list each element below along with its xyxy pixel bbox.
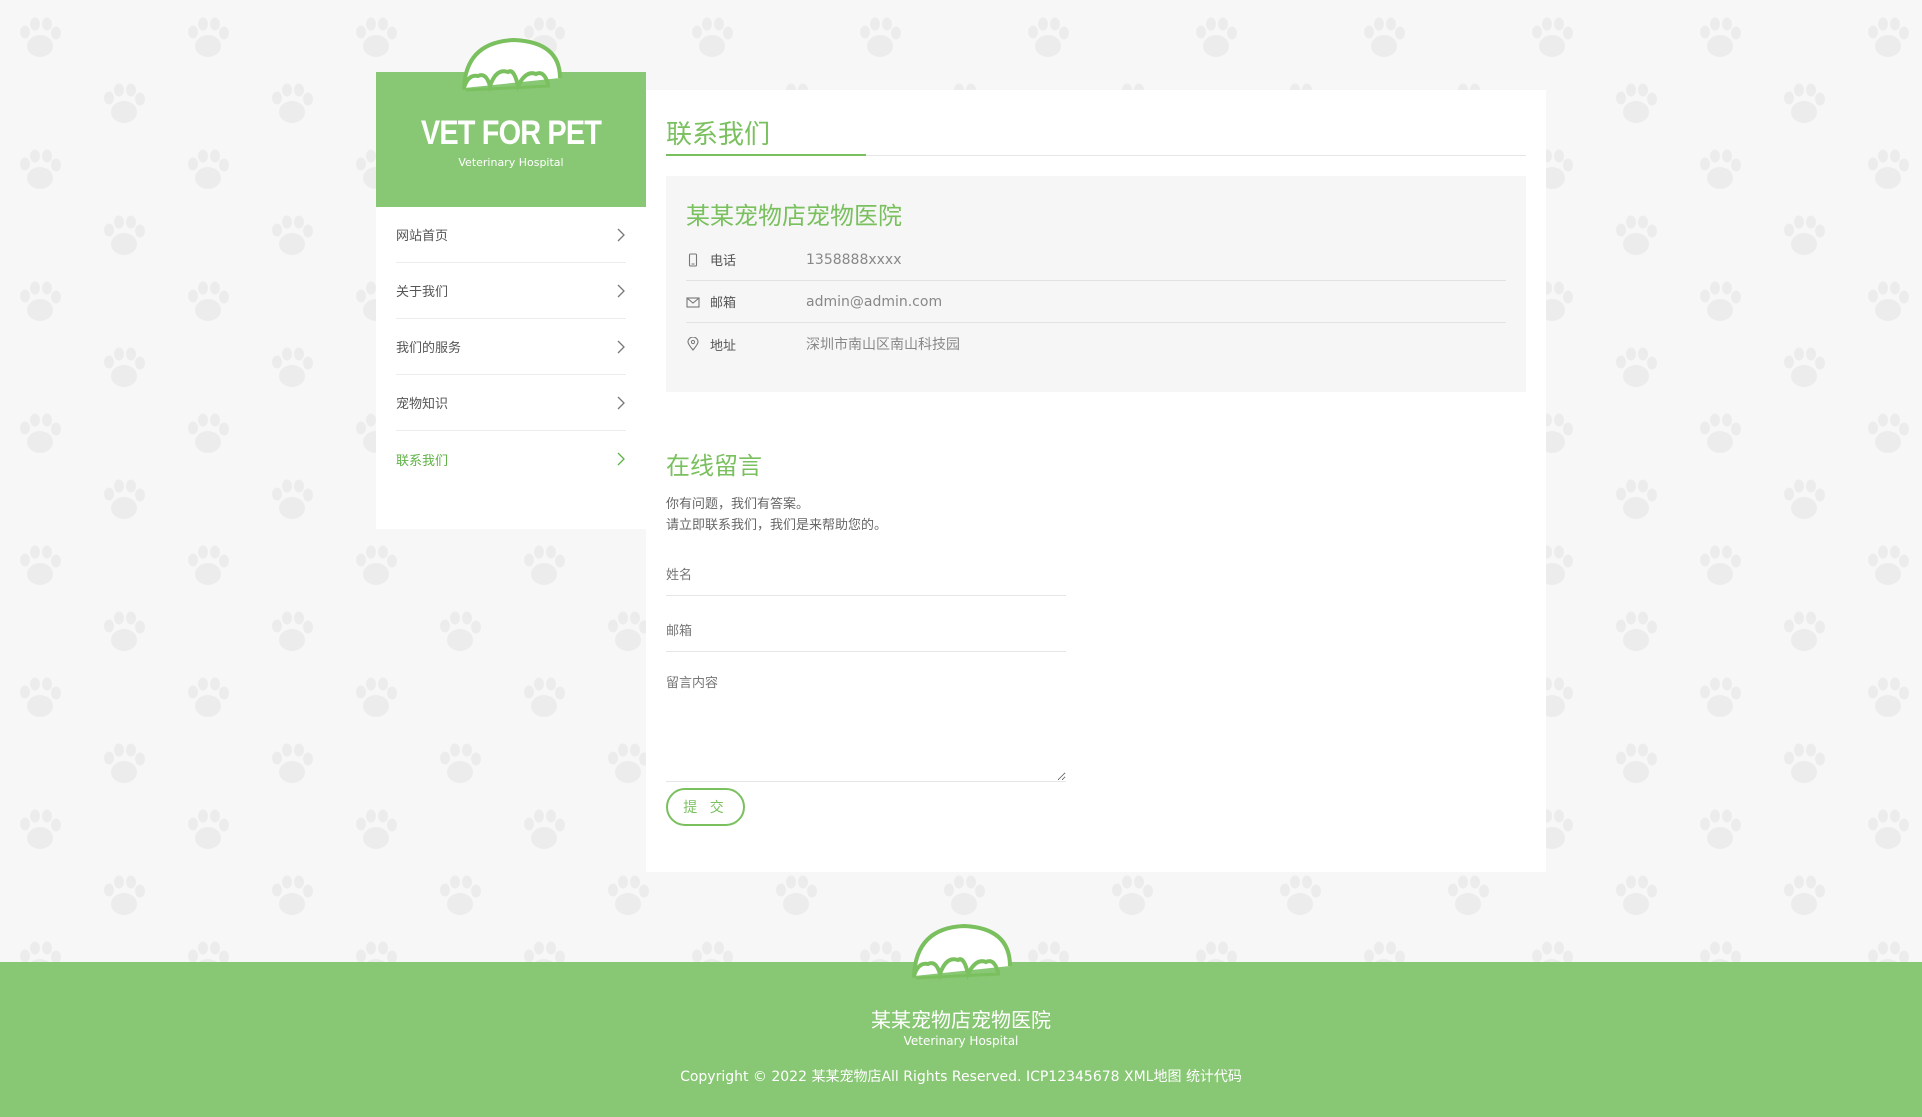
footer-hospital-name: 某某宠物店宠物医院 bbox=[871, 1008, 1051, 1032]
message-desc-line-1: 你有问题，我们有答案。 bbox=[666, 497, 810, 512]
section-header: 联系我们 bbox=[666, 114, 1526, 156]
sidebar-item-label: 联系我们 bbox=[396, 453, 449, 469]
name-input[interactable] bbox=[666, 556, 1066, 596]
stats-link[interactable]: 统计代码 bbox=[1186, 1069, 1242, 1085]
paw-icon bbox=[462, 37, 562, 93]
content-panel: 联系我们 某某宠物店宠物医院 电话 1358888xxxx 邮箱 admin@a… bbox=[646, 90, 1546, 872]
address-label: 地址 bbox=[710, 338, 737, 354]
phone-icon bbox=[688, 252, 698, 267]
sidebar-item-contact[interactable]: 联系我们 bbox=[396, 431, 626, 487]
phone-value[interactable]: 1358888xxxx bbox=[806, 252, 902, 268]
sidebar-item-label: 关于我们 bbox=[396, 285, 449, 300]
address-row: 地址 深圳市南山区南山科技园 bbox=[686, 323, 1506, 365]
email-value[interactable]: admin@admin.com bbox=[806, 294, 942, 310]
message-desc-line-2: 请立即联系我们，我们是来帮助您的。 bbox=[666, 518, 888, 533]
sidebar-item-pet-knowledge[interactable]: 宠物知识 bbox=[396, 375, 626, 431]
rights-text: All Rights Reserved. bbox=[881, 1069, 1022, 1085]
footer-subtitle: Veterinary Hospital bbox=[903, 1034, 1019, 1048]
chevron-right-icon bbox=[617, 340, 625, 353]
logo-title: VET FOR PET bbox=[420, 114, 602, 152]
mail-icon bbox=[686, 296, 700, 308]
company-link[interactable]: 某某宠物店 bbox=[811, 1069, 881, 1085]
message-textarea[interactable] bbox=[666, 672, 1066, 782]
email-input[interactable] bbox=[666, 612, 1066, 652]
sidebar-item-services[interactable]: 我们的服务 bbox=[396, 319, 626, 375]
chevron-right-icon bbox=[617, 396, 625, 409]
chevron-right-icon bbox=[617, 284, 625, 297]
phone-label: 电话 bbox=[710, 254, 737, 269]
footer: 某某宠物店宠物医院 Veterinary Hospital Copyright … bbox=[0, 962, 1922, 1117]
chevron-right-icon bbox=[617, 228, 625, 241]
address-value: 深圳市南山区南山科技园 bbox=[806, 337, 960, 353]
footer-copyright: Copyright © 2022 某某宠物店All Rights Reserve… bbox=[0, 1066, 1922, 1086]
hospital-name: 某某宠物店宠物医院 bbox=[686, 202, 902, 230]
sidebar-item-label: 网站首页 bbox=[396, 229, 449, 244]
sidebar-item-home[interactable]: 网站首页 bbox=[396, 207, 626, 263]
logo-subtitle: Veterinary Hospital bbox=[458, 156, 564, 169]
message-description: 你有问题，我们有答案。 请立即联系我们，我们是来帮助您的。 bbox=[666, 494, 887, 536]
email-label: 邮箱 bbox=[710, 296, 737, 311]
location-pin-icon bbox=[687, 337, 699, 351]
sidebar-menu: 网站首页 关于我们 我们的服务 宠物知识 联系我们 bbox=[376, 207, 646, 529]
xml-map-link[interactable]: XML地图 bbox=[1124, 1069, 1181, 1085]
phone-row: 电话 1358888xxxx bbox=[686, 239, 1506, 281]
copyright-prefix: Copyright © 2022 bbox=[680, 1069, 807, 1085]
chevron-right-icon bbox=[617, 452, 625, 466]
message-title: 在线留言 bbox=[666, 452, 762, 480]
sidebar-item-about[interactable]: 关于我们 bbox=[396, 263, 626, 319]
sidebar-item-label: 宠物知识 bbox=[396, 397, 449, 412]
footer-paw-icon bbox=[912, 923, 1012, 981]
submit-button[interactable]: 提 交 bbox=[666, 788, 745, 826]
email-row: 邮箱 admin@admin.com bbox=[686, 281, 1506, 323]
page-title: 联系我们 bbox=[666, 114, 866, 156]
contact-info-box: 某某宠物店宠物医院 电话 1358888xxxx 邮箱 admin@admin.… bbox=[666, 176, 1526, 392]
icp-link[interactable]: ICP12345678 bbox=[1026, 1069, 1120, 1085]
sidebar-item-label: 我们的服务 bbox=[396, 341, 462, 356]
